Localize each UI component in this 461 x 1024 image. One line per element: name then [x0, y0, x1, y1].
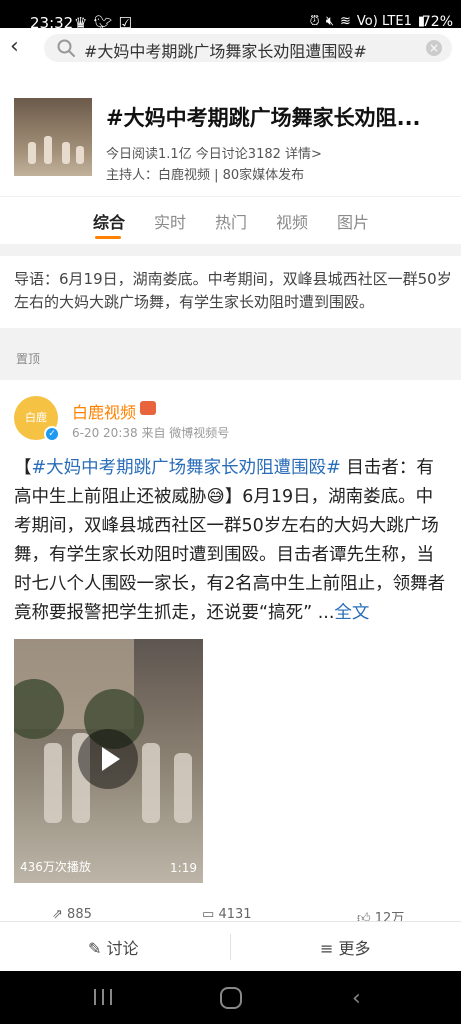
recent-apps-icon[interactable]	[94, 989, 112, 1005]
tab-comprehensive[interactable]: 综合	[93, 209, 125, 233]
play-icon	[102, 747, 120, 771]
topic-tabs: 综合 实时 热门 视频 图片	[0, 196, 461, 244]
comment-icon: ▭	[202, 907, 215, 922]
menu-icon: ≡	[320, 939, 334, 958]
bottom-divider	[230, 934, 231, 960]
wifi-icon: ≋	[340, 14, 351, 29]
active-tab-indicator	[95, 236, 121, 239]
section-divider	[0, 328, 461, 380]
intro-text: 导语：6月19日，湖南娄底。中考期间，双峰县城西社区一群50岁左右的大妈大跳广场…	[14, 270, 452, 311]
system-icons: ⏰︎ 🔇︎ ≋ Vo) LTE1 ▮	[310, 14, 425, 29]
post-meta: 6-20 20:38 来自 微博视频号	[72, 426, 230, 440]
more-label: 更多	[338, 939, 371, 958]
topic-stats[interactable]: 今日阅读1.1亿 今日讨论3182 详情>	[106, 143, 322, 162]
post-body: 目击者：有高中生上前阻止还被威胁😅】6月19日，湖南娄底。中考期间，双峰县城西社…	[14, 458, 446, 623]
repost-icon: ⇗	[52, 907, 63, 922]
topic-intro: 导语：6月19日，湖南娄底。中考期间，双峰县城西社区一群50岁左右的大妈大跳广场…	[0, 256, 461, 328]
system-nav-bar: ‹	[0, 971, 461, 1024]
nav-back-icon[interactable]: ‹	[352, 986, 361, 1011]
video-player[interactable]: 436万次播放 1:19	[14, 639, 203, 883]
discuss-button[interactable]: ✎ 讨论	[88, 935, 139, 959]
verified-icon: ✓	[44, 426, 60, 442]
network-label: Vo) LTE1	[356, 14, 412, 29]
clear-icon[interactable]: ×	[426, 40, 442, 56]
topic-title: #大妈中考期跳广场舞家长劝阻...	[106, 106, 421, 130]
comment-button[interactable]: ▭ 4131	[202, 907, 252, 922]
tab-images[interactable]: 图片	[337, 209, 369, 233]
search-icon	[57, 39, 75, 57]
edit-icon: ✎	[88, 939, 102, 958]
video-views: 436万次播放	[20, 860, 91, 874]
section-divider	[0, 244, 461, 256]
tab-hot[interactable]: 热门	[215, 209, 247, 233]
comment-count: 4131	[218, 907, 252, 922]
mute-icon: 🔇︎	[325, 14, 335, 29]
tab-realtime[interactable]: 实时	[154, 209, 186, 233]
member-badge-icon	[140, 401, 156, 415]
bottom-action-bar: ✎ 讨论 ≡ 更多	[0, 921, 461, 971]
repost-count: 885	[67, 907, 92, 922]
search-input[interactable]: #大妈中考期跳广场舞家长劝阻遭围殴# ×	[44, 34, 452, 62]
author-name[interactable]: 白鹿视频	[72, 399, 136, 423]
back-icon[interactable]: ‹	[10, 34, 19, 59]
more-button[interactable]: ≡ 更多	[320, 935, 371, 959]
pinned-label: 置顶	[16, 352, 41, 366]
bracket-open: 【	[14, 458, 32, 478]
search-header: ‹ #大妈中考期跳广场舞家长劝阻遭围殴# ×	[0, 28, 461, 68]
topic-host: 主持人：白鹿视频 | 80家媒体发布	[106, 168, 305, 183]
topic-header: #大妈中考期跳广场舞家长劝阻... 今日阅读1.1亿 今日讨论3182 详情> …	[0, 68, 461, 196]
tab-video[interactable]: 视频	[276, 209, 308, 233]
post-text[interactable]: 【#大妈中考期跳广场舞家长劝阻遭围殴# 目击者：有高中生上前阻止还被威胁😅】6月…	[14, 454, 450, 628]
search-query: #大妈中考期跳广场舞家长劝阻遭围殴#	[84, 42, 367, 61]
pinned-post[interactable]: 白鹿 ✓ 白鹿视频 6-20 20:38 来自 微博视频号 【#大妈中考期跳广场…	[0, 380, 461, 920]
repost-button[interactable]: ⇗ 885	[52, 907, 92, 922]
video-duration: 1:19	[170, 861, 197, 875]
read-more-link[interactable]: 全文	[334, 603, 369, 623]
topic-thumbnail[interactable]	[14, 98, 92, 176]
discuss-label: 讨论	[106, 939, 139, 958]
alarm-icon: ⏰︎	[309, 14, 320, 29]
play-button[interactable]	[78, 729, 138, 789]
post-hashtag[interactable]: #大妈中考期跳广场舞家长劝阻遭围殴#	[32, 458, 341, 478]
home-icon[interactable]	[220, 987, 242, 1009]
